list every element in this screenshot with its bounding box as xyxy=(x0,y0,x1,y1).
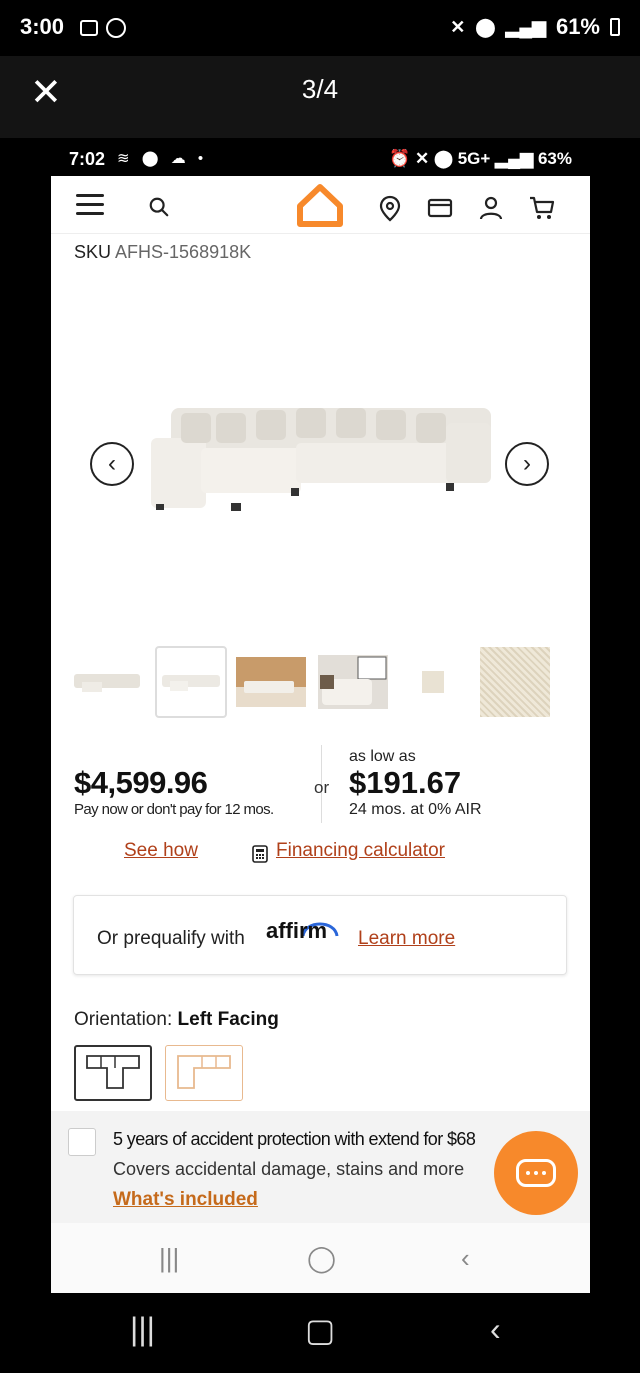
product-main-image xyxy=(151,408,491,511)
financing-calculator-link[interactable]: Financing calculator xyxy=(276,840,445,862)
image-viewer-header: ✕ 3/4 xyxy=(0,56,640,138)
recent-apps-icon[interactable]: ||| xyxy=(159,1243,179,1274)
orientation-right-facing-option[interactable] xyxy=(165,1045,243,1101)
image-counter: 3/4 xyxy=(301,74,339,104)
pay-later-note: Pay now or don't pay for 12 mos. xyxy=(74,801,274,818)
price-block: $4,599.96 Pay now or don't pay for 12 mo… xyxy=(74,745,574,825)
account-icon[interactable] xyxy=(477,194,505,222)
inner-status-right: ⏰ ✕ ⬤ 5G+ ▂▄▆ 63% xyxy=(389,149,572,168)
orientation-line: Orientation: Left Facing xyxy=(74,1009,279,1031)
monthly-price: $191.67 xyxy=(349,765,462,800)
orientation-value: Left Facing xyxy=(177,1009,279,1030)
battery-icon xyxy=(610,18,620,36)
mute-icon: ✕ xyxy=(450,16,466,37)
left-facing-sectional-icon xyxy=(86,1055,140,1089)
chevron-left-icon: ‹ xyxy=(108,450,116,477)
inner-status-bar: 7:02 ≋ ⬤ ☁ • ⏰ ✕ ⬤ 5G+ ▂▄▆ 63% xyxy=(51,138,590,176)
or-label: or xyxy=(314,778,330,797)
status-time: 3:00 xyxy=(20,14,65,39)
whats-included-link[interactable]: What's included xyxy=(113,1189,258,1211)
home-logo-icon[interactable] xyxy=(295,182,345,228)
back-icon[interactable]: ‹ xyxy=(490,1311,501,1348)
orientation-left-facing-option[interactable] xyxy=(74,1045,152,1101)
chat-button[interactable] xyxy=(494,1131,578,1215)
calculator-icon xyxy=(252,845,268,863)
orientation-label: Orientation: xyxy=(74,1009,173,1030)
thumbnail-6[interactable] xyxy=(479,646,551,718)
recent-apps-icon[interactable]: ||| xyxy=(130,1311,155,1348)
chevron-right-icon: › xyxy=(523,450,531,477)
thumbnail-2[interactable] xyxy=(155,646,227,718)
affirm-prequalify-box: Or prequalify with affirm Learn more xyxy=(73,895,567,975)
notification-icons: ≋ ⬤ ☁ • xyxy=(117,150,208,167)
home-icon[interactable]: ▢ xyxy=(305,1311,335,1349)
inner-navigation-bar: ||| ◯ ‹ xyxy=(51,1223,590,1293)
sku-line: SKU AFHS-1568918K xyxy=(74,242,251,263)
right-facing-sectional-icon xyxy=(177,1055,231,1089)
see-how-link[interactable]: See how xyxy=(124,840,198,862)
product-price: $4,599.96 xyxy=(74,765,208,800)
next-image-button[interactable]: › xyxy=(505,442,549,486)
thumbnail-5[interactable] xyxy=(397,646,469,718)
back-icon[interactable]: ‹ xyxy=(461,1243,470,1274)
affirm-learn-more-link[interactable]: Learn more xyxy=(358,928,455,950)
outer-status-bar: 3:00 ✕ ⬤ ▂▄▆ 61% xyxy=(0,0,640,56)
inner-battery: 63% xyxy=(537,149,572,168)
menu-icon[interactable] xyxy=(76,194,104,216)
cast-icon xyxy=(106,18,126,38)
sku-value: AFHS-1568918K xyxy=(115,242,252,262)
inner-status-time: 7:02 xyxy=(69,149,106,169)
chat-icon xyxy=(516,1159,556,1187)
credit-card-icon[interactable] xyxy=(426,194,454,222)
sku-label: SKU xyxy=(74,242,112,262)
previous-image-button[interactable]: ‹ xyxy=(90,442,134,486)
cart-icon[interactable] xyxy=(528,194,556,222)
screenshot-frame: 7:02 ≋ ⬤ ☁ • ⏰ ✕ ⬤ 5G+ ▂▄▆ 63% SKU AFHS-… xyxy=(51,138,590,1293)
wifi-signal-icon: ▂▄▆ xyxy=(505,16,546,37)
thumbnail-3[interactable] xyxy=(235,646,307,718)
network-type: 5G+ xyxy=(457,149,491,168)
system-navigation-bar: ||| ▢ ‹ xyxy=(0,1293,640,1373)
store-location-icon[interactable] xyxy=(376,194,404,222)
home-icon[interactable]: ◯ xyxy=(307,1243,336,1274)
affirm-text: Or prequalify with xyxy=(97,928,245,949)
gallery-icon xyxy=(80,20,98,36)
financing-terms: 24 mos. at 0% AIR xyxy=(349,801,482,818)
location-icon: ⬤ xyxy=(475,16,496,37)
search-icon[interactable] xyxy=(148,196,170,218)
thumbnail-4[interactable] xyxy=(317,646,389,718)
as-low-as-label: as low as xyxy=(349,748,416,765)
affirm-logo: affirm xyxy=(266,918,328,943)
thumbnail-1[interactable] xyxy=(71,646,143,718)
protection-plan-subtitle: Covers accidental damage, stains and mor… xyxy=(113,1159,465,1179)
thumbnail-strip xyxy=(71,646,571,718)
site-header xyxy=(51,176,590,234)
protection-plan-checkbox[interactable] xyxy=(68,1128,96,1156)
battery-percentage: 61% xyxy=(555,14,600,39)
protection-plan-title: 5 years of accident protection with exte… xyxy=(113,1129,476,1149)
